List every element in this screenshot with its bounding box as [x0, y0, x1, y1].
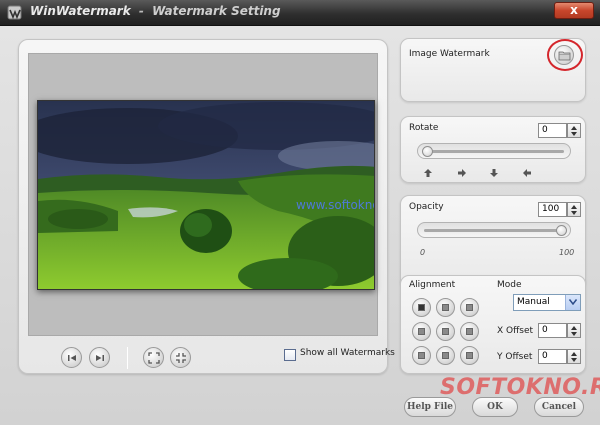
align-bottom-left-button[interactable]	[412, 346, 431, 365]
y-offset-field[interactable]: 0	[538, 349, 567, 364]
alignment-label: Alignment	[409, 280, 456, 290]
previous-button[interactable]	[61, 347, 82, 368]
rotate-slider-groove	[424, 150, 564, 153]
y-offset-spinner[interactable]	[567, 349, 581, 364]
spin-down-icon	[571, 211, 577, 215]
show-all-watermarks-label: Show all Watermarks	[300, 348, 395, 358]
alignment-mode-panel: Alignment Mode Manual X Offset 0 Y Offse…	[400, 275, 586, 374]
zoom-fit-icon	[148, 352, 160, 364]
landscape-picture	[38, 101, 374, 289]
opacity-value-field[interactable]: 100	[538, 202, 567, 217]
spin-down-icon	[571, 358, 577, 362]
align-middle-left-button[interactable]	[412, 322, 431, 341]
align-dot-icon	[418, 304, 425, 311]
next-icon	[96, 355, 104, 361]
align-dot-icon	[442, 304, 449, 311]
spin-up-icon	[571, 352, 577, 356]
align-bottom-center-button[interactable]	[436, 346, 455, 365]
align-dot-icon	[466, 328, 473, 335]
align-top-left-button[interactable]	[412, 298, 431, 317]
spin-down-icon	[571, 132, 577, 136]
opacity-slider-thumb[interactable]	[556, 225, 567, 236]
site-watermark-logo: SOFTOKNO.RU	[440, 375, 600, 400]
chevron-down-icon	[569, 299, 577, 305]
browse-image-button[interactable]	[554, 45, 574, 65]
align-top-right-button[interactable]	[460, 298, 479, 317]
x-offset-spinner[interactable]	[567, 323, 581, 338]
preview-panel: www.softokno.ru Show all Watermarks	[18, 39, 395, 374]
watermark-overlay-text[interactable]: www.softokno.ru	[296, 198, 374, 212]
rotate-slider-thumb[interactable]	[422, 146, 433, 157]
align-top-center-button[interactable]	[436, 298, 455, 317]
align-dot-icon	[466, 304, 473, 311]
arrow-right-icon[interactable]	[457, 168, 467, 178]
align-center-button[interactable]	[436, 322, 455, 341]
rotate-slider[interactable]	[417, 143, 571, 159]
previous-icon	[68, 355, 76, 361]
opacity-slider[interactable]	[417, 222, 571, 238]
mode-label: Mode	[497, 280, 522, 290]
window-subtitle: Watermark Setting	[152, 4, 281, 18]
title-bar: WinWatermark - Watermark Setting x	[0, 0, 600, 26]
opacity-label: Opacity	[409, 202, 444, 212]
align-dot-icon	[418, 328, 425, 335]
rotate-label: Rotate	[409, 123, 439, 133]
opacity-slider-groove	[424, 229, 564, 232]
preview-landscape-image: www.softokno.ru	[37, 100, 375, 290]
align-bottom-right-button[interactable]	[460, 346, 479, 365]
align-dot-icon	[442, 352, 449, 359]
arrow-up-icon[interactable]	[423, 168, 433, 178]
opacity-min-label: 0	[420, 248, 426, 257]
y-offset-label: Y Offset	[497, 352, 533, 362]
dropdown-arrow[interactable]	[565, 295, 580, 310]
fit-to-window-button[interactable]	[143, 347, 164, 368]
align-dot-icon	[418, 352, 425, 359]
opacity-max-label: 100	[559, 248, 575, 257]
align-dot-icon	[442, 328, 449, 335]
spin-up-icon	[571, 326, 577, 330]
image-watermark-label: Image Watermark	[409, 49, 490, 59]
rotate-panel: Rotate 0	[400, 116, 586, 183]
zoom-actual-icon	[176, 353, 186, 363]
next-button[interactable]	[89, 347, 110, 368]
mode-select-value: Manual	[517, 297, 550, 307]
window-title: WinWatermark - Watermark Setting	[30, 4, 281, 18]
align-dot-icon	[466, 352, 473, 359]
spin-up-icon	[571, 205, 577, 209]
opacity-spinner[interactable]	[567, 202, 581, 217]
arrow-left-icon[interactable]	[522, 168, 532, 178]
preview-toolbar: Show all Watermarks	[19, 340, 395, 374]
x-offset-field[interactable]: 0	[538, 323, 567, 338]
mode-select[interactable]: Manual	[513, 294, 581, 311]
app-logo-icon	[6, 4, 24, 22]
x-offset-label: X Offset	[497, 326, 534, 336]
rotate-value-field[interactable]: 0	[538, 123, 567, 138]
show-all-watermarks-checkbox[interactable]	[284, 349, 296, 361]
arrow-down-icon[interactable]	[489, 168, 499, 178]
align-middle-right-button[interactable]	[460, 322, 479, 341]
image-watermark-panel: Image Watermark	[400, 38, 586, 102]
rotate-spinner[interactable]	[567, 123, 581, 138]
window-app-name: WinWatermark	[30, 4, 131, 18]
main-area: www.softokno.ru Show all Watermarks Imag…	[0, 26, 600, 425]
window-title-separator: -	[138, 4, 144, 18]
folder-icon	[558, 51, 571, 61]
toolbar-separator	[127, 347, 128, 369]
preview-canvas: www.softokno.ru	[28, 53, 378, 336]
close-button[interactable]: x	[554, 2, 594, 19]
spin-up-icon	[571, 126, 577, 130]
actual-size-button[interactable]	[170, 347, 191, 368]
spin-down-icon	[571, 332, 577, 336]
